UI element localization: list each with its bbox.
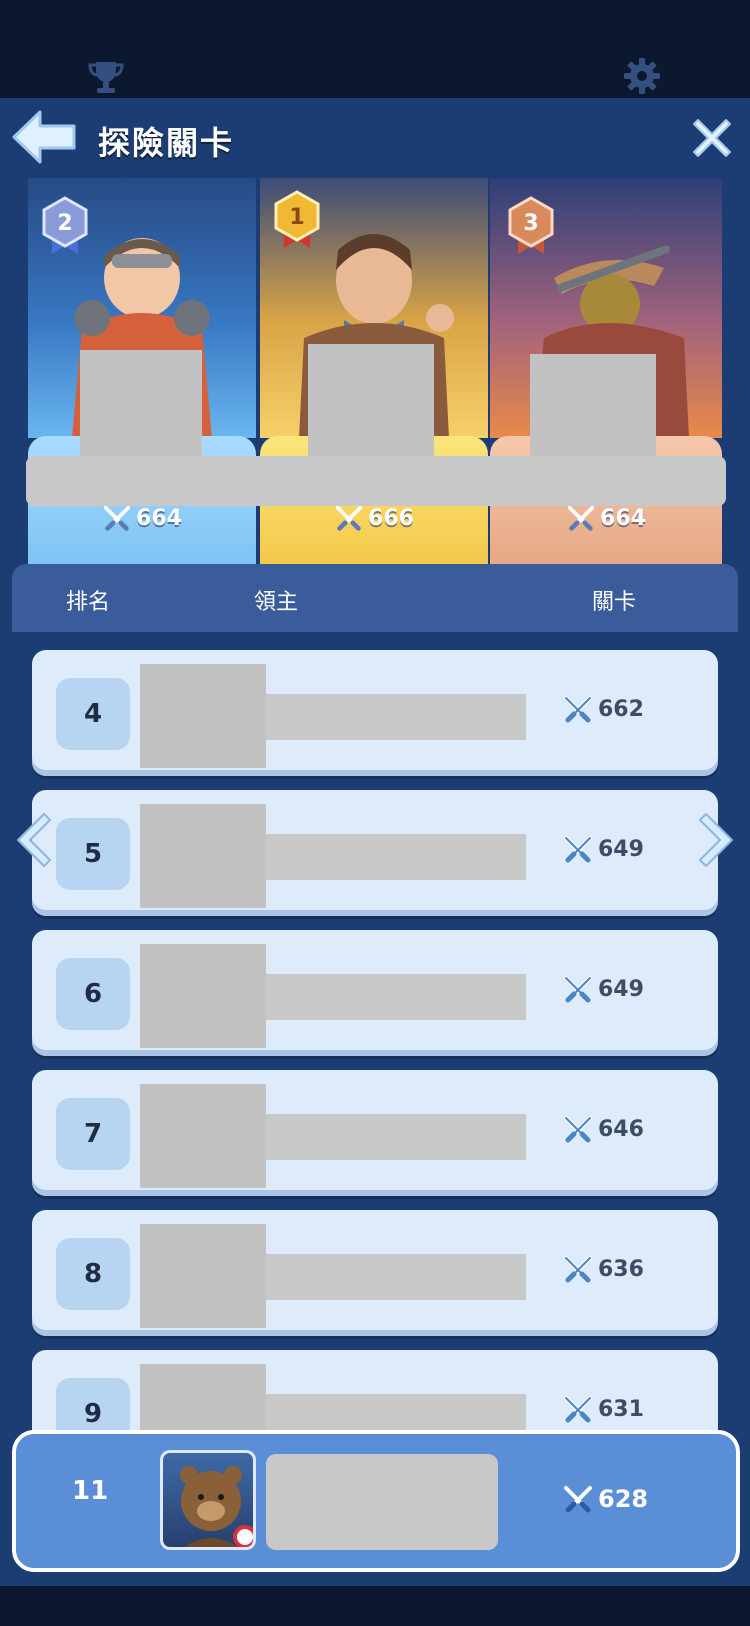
gear-icon[interactable] xyxy=(622,56,662,96)
avatar xyxy=(308,344,434,458)
podium-stage-value: 664 xyxy=(600,506,646,531)
avatar xyxy=(530,354,656,458)
medal-1-icon: 1 xyxy=(274,190,320,248)
my-rank: 11 xyxy=(72,1476,109,1506)
table-row[interactable]: 6 649 xyxy=(32,930,718,1056)
table-row[interactable]: 7 646 xyxy=(32,1070,718,1196)
podium-stage: 664 xyxy=(490,504,722,534)
my-stage-value: 628 xyxy=(598,1485,649,1513)
crossed-swords-icon xyxy=(564,1256,592,1283)
chevron-right-icon[interactable] xyxy=(696,810,740,870)
crossed-swords-icon xyxy=(564,836,592,863)
player-name-redacted xyxy=(266,1394,526,1432)
crossed-swords-icon xyxy=(564,1116,592,1143)
my-avatar[interactable] xyxy=(160,1450,256,1550)
back-arrow-icon[interactable] xyxy=(10,108,80,166)
crossed-swords-icon xyxy=(103,505,131,531)
podium-names-redacted xyxy=(26,456,726,506)
table-row[interactable]: 5 649 xyxy=(32,790,718,916)
bear-portrait-icon xyxy=(180,1466,253,1547)
crossed-swords-icon xyxy=(567,505,595,531)
row-stage-value: 662 xyxy=(598,697,644,722)
row-stage-value: 649 xyxy=(598,837,644,862)
crossed-swords-icon xyxy=(564,1396,592,1423)
podium-stage-value: 666 xyxy=(368,506,414,531)
medal-2-icon: 2 xyxy=(42,196,88,254)
podium-second[interactable]: 2 664 xyxy=(28,178,256,564)
column-header-rank: 排名 xyxy=(66,590,111,615)
row-rank: 9 xyxy=(56,1378,130,1432)
chevron-left-icon[interactable] xyxy=(10,810,54,870)
my-stage: 628 xyxy=(562,1484,648,1516)
row-rank: 7 xyxy=(56,1098,130,1170)
row-stage-value: 646 xyxy=(598,1117,644,1142)
player-name-redacted xyxy=(266,694,526,740)
table-row[interactable]: 8 636 xyxy=(32,1210,718,1336)
player-name-redacted xyxy=(266,1254,526,1300)
column-header-level: 關卡 xyxy=(592,590,637,615)
my-name-redacted xyxy=(266,1454,498,1550)
medal-rank-text: 1 xyxy=(289,205,304,230)
crossed-swords-icon xyxy=(564,1486,592,1513)
player-name-redacted xyxy=(266,1114,526,1160)
avatar xyxy=(140,804,266,908)
row-rank: 6 xyxy=(56,958,130,1030)
avatar xyxy=(140,1084,266,1188)
crossed-swords-icon xyxy=(335,505,363,531)
page-title: 探險關卡 xyxy=(98,124,235,162)
podium-stage: 666 xyxy=(260,504,488,534)
table-row[interactable]: 4 662 xyxy=(32,650,718,776)
row-stage-value: 636 xyxy=(598,1257,644,1282)
trophy-icon[interactable] xyxy=(86,56,126,96)
row-rank: 5 xyxy=(56,818,130,890)
table-header: 排名 領主 關卡 xyxy=(12,564,738,632)
crossed-swords-icon xyxy=(564,976,592,1003)
row-stage-value: 631 xyxy=(598,1397,644,1422)
row-stage: 649 xyxy=(562,974,644,1006)
row-stage: 662 xyxy=(562,694,644,726)
player-name-redacted xyxy=(266,834,526,880)
avatar xyxy=(140,1364,266,1432)
row-rank: 4 xyxy=(56,678,130,750)
podium-first[interactable]: 1 666 xyxy=(260,178,488,564)
podium-stage: 664 xyxy=(28,504,256,534)
podium-third[interactable]: 3 664 xyxy=(490,178,722,564)
medal-rank-text: 3 xyxy=(523,211,538,236)
podium-stage-value: 664 xyxy=(136,506,182,531)
row-rank: 8 xyxy=(56,1238,130,1310)
row-stage-value: 649 xyxy=(598,977,644,1002)
avatar xyxy=(140,944,266,1048)
crossed-swords-icon xyxy=(564,696,592,723)
row-stage: 646 xyxy=(562,1114,644,1146)
ranking-list[interactable]: 4 662 5 649 6 649 7 646 8 636 9 631 xyxy=(0,632,750,1432)
my-ranking-row[interactable]: 11 628 xyxy=(12,1430,740,1572)
medal-3-icon: 3 xyxy=(508,196,554,254)
avatar xyxy=(140,664,266,768)
table-row[interactable]: 9 631 xyxy=(32,1350,718,1432)
row-stage: 636 xyxy=(562,1254,644,1286)
avatar xyxy=(80,350,202,458)
close-icon[interactable] xyxy=(690,116,734,160)
row-stage: 631 xyxy=(562,1394,644,1426)
avatar xyxy=(140,1224,266,1328)
player-name-redacted xyxy=(266,974,526,1020)
column-header-lord: 領主 xyxy=(254,590,299,615)
medal-rank-text: 2 xyxy=(57,211,72,236)
bottom-bar xyxy=(0,1586,750,1626)
row-stage: 649 xyxy=(562,834,644,866)
